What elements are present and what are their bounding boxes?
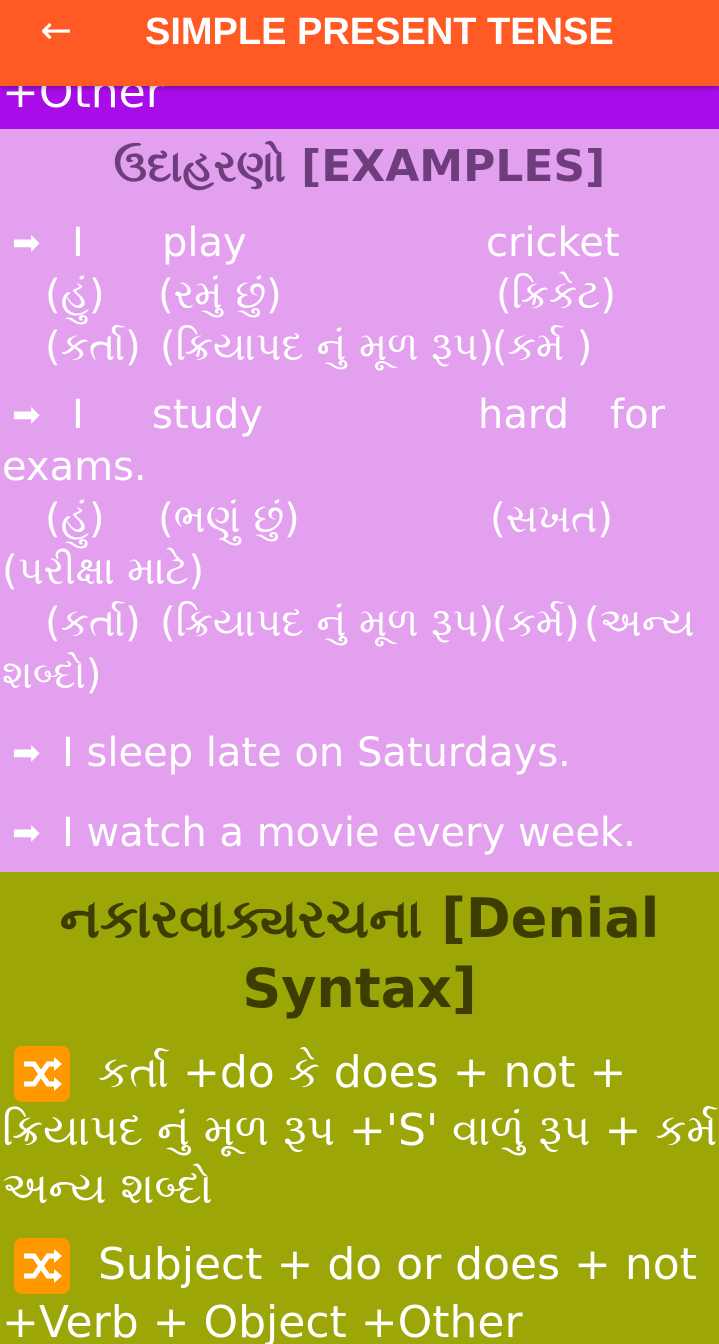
examples-heading: ઉદાહરણો [EXAMPLES] (113, 141, 606, 192)
rule2-line1: Subject + do or does + not (98, 1239, 697, 1290)
example1-word-object: cricket (486, 220, 620, 266)
example1-gujarati-subject: (હું) (45, 272, 105, 318)
example1-gujarati-object: (ક્રિકેટ) (496, 272, 617, 318)
arrow-right-icon: ➡ (12, 223, 41, 263)
example2-role-subject: (કર્તા) (45, 600, 141, 646)
example1-role-object: (કર્મ ) (492, 324, 593, 370)
example4-sentence: I watch a movie every week. (62, 810, 636, 856)
example2-gujarati-object: (સખત) (490, 496, 614, 542)
example2-word-object: hard (478, 392, 569, 438)
example1-gujarati-verb: (રમું છું) (158, 272, 282, 318)
example2-word-other: for (610, 392, 665, 438)
app-bar: ← SIMPLE PRESENT TENSE (0, 0, 719, 86)
denial-syntax-heading: નકારવાક્યરચના [Denial Syntax] (59, 887, 660, 1020)
example2-role-other: (અન્ય (584, 600, 695, 646)
example1-word-subject: I (72, 220, 84, 266)
example1-role-subject: (કર્તા) (45, 324, 141, 370)
example1-word-verb: play (162, 220, 247, 266)
arrow-right-icon: ➡ (12, 813, 41, 853)
example2-gujarati-subject: (હું) (45, 496, 105, 542)
previous-section-strip: +Other (0, 86, 719, 129)
shuffle-icon (14, 1046, 70, 1102)
example3-sentence: I sleep late on Saturdays. (62, 730, 571, 776)
shuffle-icon (14, 1238, 70, 1294)
example2-word-other-cont: exams. (2, 444, 147, 490)
examples-section: ઉદાહરણો [EXAMPLES] ➡ I play cricket (હું… (0, 129, 719, 872)
rule1-line1: કર્તા +do કે does + not + (98, 1047, 627, 1098)
example2-gujarati-other: (પરીક્ષા માટે) (2, 548, 205, 594)
denial-syntax-section: નકારવાક્યરચના [Denial Syntax] કર્તા +do … (0, 872, 719, 1344)
example2-role-other-cont: શબ્દો) (2, 652, 102, 698)
arrow-right-icon: ➡ (12, 395, 41, 435)
rule1-line2: ક્રિયાપદ નું મૂળ રૂપ +'S' વાળું રૂપ + કર… (2, 1105, 719, 1156)
rule2-line2: +Verb + Object +Other (2, 1297, 523, 1344)
example2-word-subject: I (72, 392, 84, 438)
arrow-right-icon: ➡ (12, 733, 41, 773)
example2-word-verb: study (152, 392, 263, 438)
previous-section-text: +Other (2, 86, 164, 118)
example2-role-object: (કર્મ) (492, 600, 580, 646)
example2-role-verb: (ક્રિયાપદ નું મૂળ રૂપ) (160, 600, 494, 646)
back-arrow-icon[interactable]: ← (36, 10, 76, 50)
example2-gujarati-verb: (ભણું છું) (158, 496, 300, 542)
page-title: SIMPLE PRESENT TENSE (145, 11, 614, 53)
example1-role-verb: (ક્રિયાપદ નું મૂળ રૂપ) (160, 324, 494, 370)
rule1-line3: અન્ય શબ્દો (2, 1163, 213, 1214)
